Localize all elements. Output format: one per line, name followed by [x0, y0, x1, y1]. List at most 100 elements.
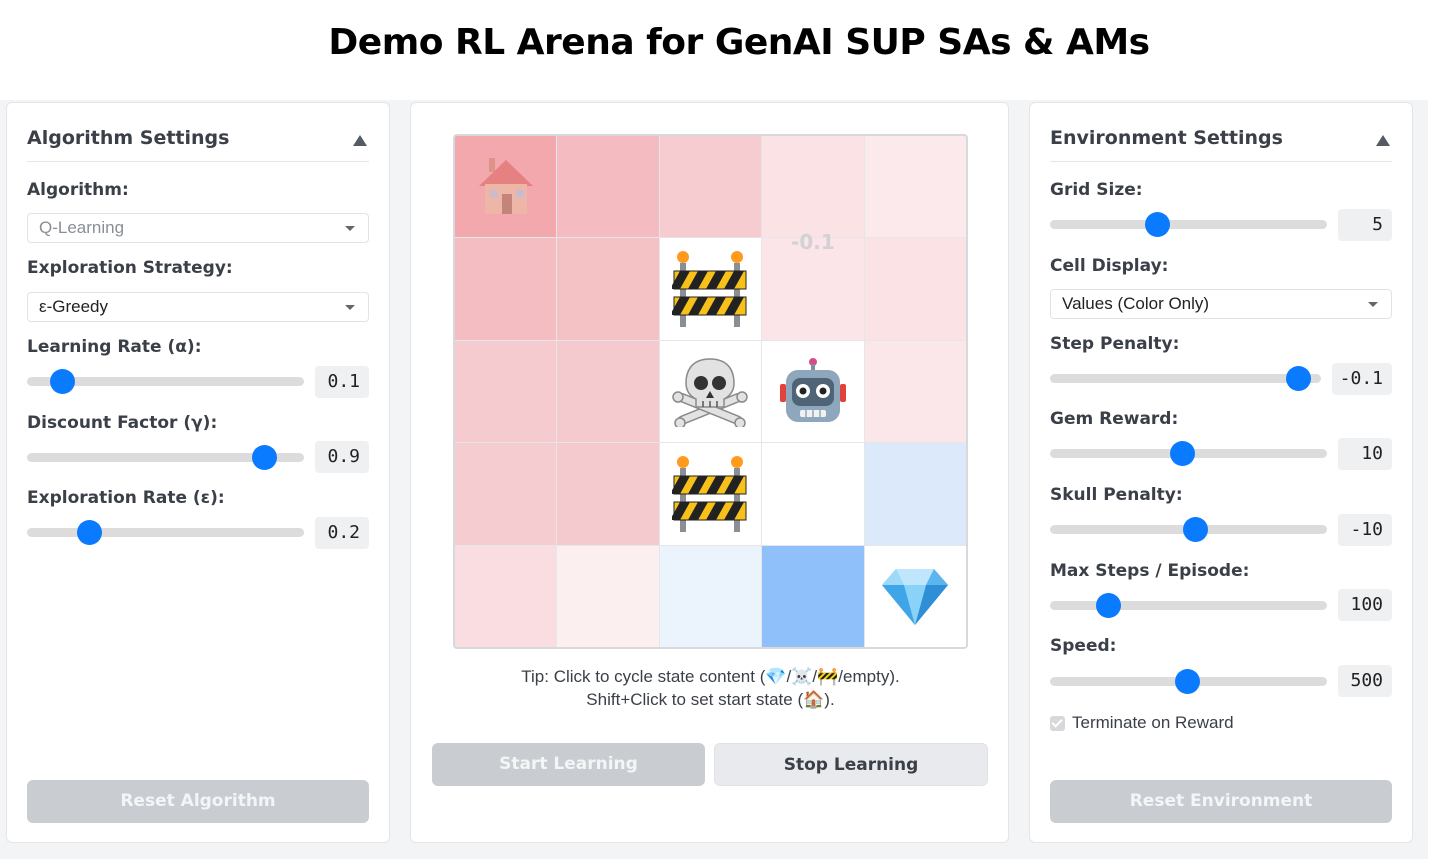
step-penalty-value: -0.1	[1332, 363, 1392, 395]
algorithm-settings-title: Algorithm Settings	[27, 127, 230, 149]
grid-cell[interactable]	[659, 545, 762, 647]
start-learning-button[interactable]: Start Learning	[432, 743, 705, 786]
cell-display-label: Cell Display:	[1050, 256, 1169, 276]
grid-size-slider-thumb[interactable]	[1144, 212, 1170, 237]
grid-cell[interactable]	[762, 443, 864, 545]
environment-settings-title: Environment Settings	[1050, 127, 1283, 149]
discount-factor-label: Discount Factor (γ):	[27, 413, 218, 433]
gem-reward-label: Gem Reward:	[1050, 409, 1179, 429]
grid-cell[interactable]	[455, 136, 557, 238]
tip-line-1: Tip: Click to cycle state content (💎/☠️/…	[521, 667, 900, 686]
discount-factor-slider[interactable]	[27, 445, 304, 470]
exploration-rate-label: Exploration Rate (ε):	[27, 488, 225, 508]
grid-size-value: 5	[1338, 209, 1392, 241]
max-steps-slider-thumb[interactable]	[1096, 593, 1122, 618]
algorithm-select-value: Q-Learning	[39, 218, 125, 237]
grid-cell[interactable]	[762, 545, 864, 647]
grid-cell[interactable]	[864, 545, 966, 647]
grid-cell[interactable]	[864, 443, 966, 545]
step-penalty-slider[interactable]	[1050, 366, 1321, 391]
barrier-icon	[672, 249, 748, 329]
grid-cell[interactable]	[659, 340, 762, 443]
grid-cell[interactable]: -0.1	[762, 230, 864, 340]
cell-value-label: -0.1	[791, 230, 835, 255]
scrollbar-gutter	[1428, 100, 1449, 859]
stop-learning-button[interactable]: Stop Learning	[714, 743, 988, 786]
tip-line-2: Shift+Click to set start state (🏠).	[586, 690, 835, 709]
terminate-on-reward-checkbox[interactable]	[1050, 716, 1065, 731]
exploration-strategy-value: ε-Greedy	[39, 297, 108, 316]
grid-cell[interactable]	[659, 238, 762, 340]
algorithm-label: Algorithm:	[27, 180, 129, 200]
environment-settings-panel: Environment Settings Grid Size: 5 Cell D…	[1029, 102, 1413, 843]
speed-slider-thumb[interactable]	[1175, 669, 1201, 694]
exploration-strategy-label: Exploration Strategy:	[27, 258, 233, 278]
grid-cell[interactable]	[557, 340, 659, 443]
grid-cell[interactable]	[455, 545, 557, 647]
arena-grid: -0.1	[453, 134, 968, 649]
collapse-up-icon[interactable]	[1376, 135, 1390, 146]
grid-cell[interactable]	[557, 238, 659, 340]
discount-factor-value: 0.9	[315, 441, 369, 473]
grid-cell[interactable]	[864, 136, 966, 238]
gem-icon	[880, 565, 950, 627]
cell-display-select[interactable]: Values (Color Only)	[1050, 289, 1392, 319]
discount-factor-slider-thumb[interactable]	[251, 445, 277, 470]
speed-label: Speed:	[1050, 636, 1117, 656]
step-penalty-slider-thumb[interactable]	[1285, 366, 1311, 391]
grid-cell[interactable]	[762, 136, 864, 238]
reset-algorithm-button[interactable]: Reset Algorithm	[27, 780, 369, 823]
title-bar: Demo RL Arena for GenAI SUP SAs & AMs	[0, 0, 1449, 100]
gem-reward-value: 10	[1338, 438, 1392, 470]
learning-rate-slider[interactable]	[27, 369, 304, 394]
gem-reward-slider[interactable]	[1050, 441, 1327, 466]
grid-cell[interactable]	[659, 443, 762, 545]
robot-icon	[778, 356, 848, 426]
grid-cell[interactable]	[659, 136, 762, 238]
house-icon	[475, 156, 537, 218]
chevron-down-icon	[345, 305, 355, 310]
algorithm-settings-header[interactable]: Algorithm Settings	[27, 127, 369, 162]
grid-size-label: Grid Size:	[1050, 180, 1143, 200]
algorithm-select[interactable]: Q-Learning	[27, 213, 369, 243]
skull-penalty-value: -10	[1338, 514, 1392, 546]
learning-rate-slider-thumb[interactable]	[49, 369, 75, 394]
collapse-up-icon[interactable]	[353, 135, 367, 146]
terminate-on-reward-label: Terminate on Reward	[1072, 713, 1234, 732]
grid-cell[interactable]	[557, 443, 659, 545]
skull-icon	[672, 355, 749, 428]
environment-settings-header[interactable]: Environment Settings	[1050, 127, 1392, 162]
grid-size-slider[interactable]	[1050, 212, 1327, 237]
grid-cell[interactable]	[762, 340, 864, 443]
step-penalty-label: Step Penalty:	[1050, 334, 1180, 354]
exploration-rate-value: 0.2	[315, 517, 369, 549]
page-title: Demo RL Arena for GenAI SUP SAs & AMs	[328, 22, 1150, 63]
arena-panel: -0.1 Tip: Click to cycle state content (…	[410, 102, 1009, 843]
max-steps-label: Max Steps / Episode:	[1050, 561, 1250, 581]
learning-rate-label: Learning Rate (α):	[27, 337, 202, 357]
skull-penalty-label: Skull Penalty:	[1050, 485, 1183, 505]
speed-value: 500	[1338, 665, 1392, 697]
max-steps-value: 100	[1338, 589, 1392, 621]
chevron-down-icon	[1368, 302, 1378, 307]
grid-cell[interactable]	[557, 136, 659, 238]
speed-slider[interactable]	[1050, 669, 1327, 694]
chevron-down-icon	[345, 226, 355, 231]
grid-cell[interactable]	[557, 545, 659, 647]
grid-cell[interactable]	[455, 340, 557, 443]
barrier-icon	[672, 454, 748, 534]
max-steps-slider[interactable]	[1050, 593, 1327, 618]
reset-environment-button[interactable]: Reset Environment	[1050, 780, 1392, 823]
learning-rate-value: 0.1	[315, 366, 369, 398]
grid-cell[interactable]	[864, 340, 966, 443]
grid-cell[interactable]	[455, 443, 557, 545]
exploration-rate-slider[interactable]	[27, 520, 304, 545]
skull-penalty-slider[interactable]	[1050, 517, 1327, 542]
grid-cell[interactable]	[864, 238, 966, 340]
cell-display-value: Values (Color Only)	[1062, 294, 1210, 313]
exploration-strategy-select[interactable]: ε-Greedy	[27, 292, 369, 322]
gem-reward-slider-thumb[interactable]	[1169, 441, 1195, 466]
exploration-rate-slider-thumb[interactable]	[77, 520, 103, 545]
grid-cell[interactable]	[455, 238, 557, 340]
skull-penalty-slider-thumb[interactable]	[1183, 517, 1209, 542]
